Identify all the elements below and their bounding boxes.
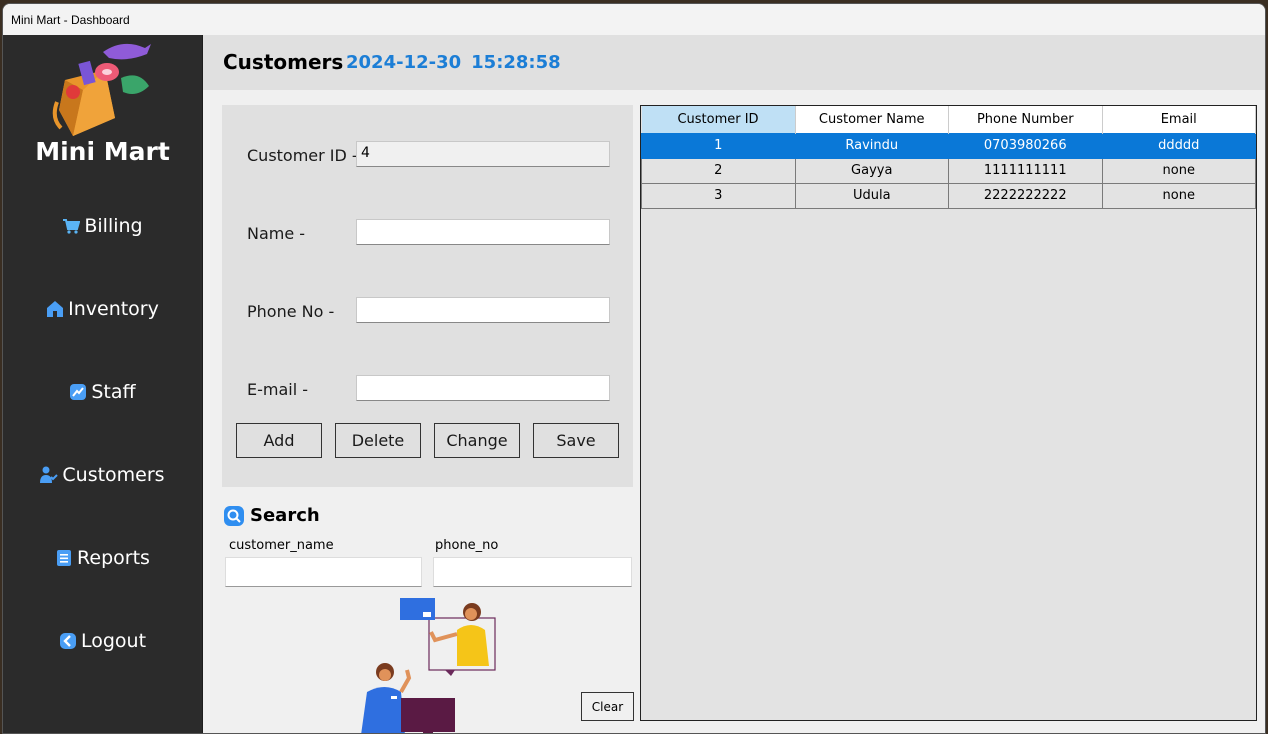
- search-title: Search: [250, 505, 320, 526]
- brand-name: Mini Mart: [35, 137, 170, 166]
- sidebar-item-customers[interactable]: Customers: [3, 460, 202, 490]
- email-label: E-mail -: [247, 380, 309, 399]
- table-cell: 1111111111: [948, 157, 1103, 184]
- page-title: Customers: [223, 50, 344, 74]
- delete-button[interactable]: Delete: [335, 423, 421, 458]
- clear-button[interactable]: Clear: [581, 692, 634, 721]
- sidebar-item-staff[interactable]: Staff: [3, 377, 202, 407]
- table-cell: none: [1101, 157, 1256, 184]
- table-cell: Ravindu: [794, 132, 949, 159]
- phone-field[interactable]: [356, 297, 610, 323]
- page-header: Customers 2024-12-30 15:28:58: [203, 35, 1265, 90]
- sidebar-item-label: Billing: [84, 215, 143, 237]
- name-field[interactable]: [356, 219, 610, 245]
- phone-label: Phone No -: [247, 302, 335, 321]
- save-button[interactable]: Save: [533, 423, 619, 458]
- user-check-icon: [40, 466, 59, 483]
- table-row[interactable]: 1 Ravindu 0703980266 ddddd: [641, 132, 1256, 159]
- sidebar-item-billing[interactable]: Billing: [3, 211, 202, 241]
- date-label: 2024-12-30: [346, 52, 462, 73]
- column-header-customer-id[interactable]: Customer ID: [641, 106, 796, 133]
- window-titlebar: Mini Mart - Dashboard: [3, 4, 1265, 35]
- sidebar-item-label: Staff: [91, 381, 136, 403]
- table-cell: 3: [641, 182, 796, 209]
- table-header-row: Customer ID Customer Name Phone Number E…: [641, 106, 1256, 133]
- search-phone-label: phone_no: [435, 538, 499, 553]
- table-cell: 1: [641, 132, 796, 159]
- column-header-email[interactable]: Email: [1102, 106, 1256, 133]
- sidebar-item-reports[interactable]: Reports: [3, 543, 202, 573]
- app-window: Mini Mart - Dashboard Mini Mart Billing …: [2, 3, 1266, 734]
- sidebar-item-logout[interactable]: Logout: [3, 626, 202, 656]
- home-icon: [47, 301, 64, 317]
- customers-table-container: Customer ID Customer Name Phone Number E…: [640, 105, 1257, 721]
- table-cell: Gayya: [794, 157, 949, 184]
- sidebar: Mini Mart Billing Inventory Staff Custom…: [3, 35, 202, 733]
- name-label: Name -: [247, 224, 306, 243]
- datetime-display: 2024-12-30 15:28:58: [346, 52, 561, 73]
- search-icon: [224, 505, 244, 526]
- table-cell: 2222222222: [948, 182, 1103, 209]
- search-name-input[interactable]: [225, 557, 422, 587]
- search-heading: Search: [224, 505, 320, 526]
- table-cell: ddddd: [1101, 132, 1256, 159]
- table-row[interactable]: 3 Udula 2222222222 none: [641, 182, 1256, 209]
- sidebar-item-inventory[interactable]: Inventory: [3, 294, 202, 324]
- email-field[interactable]: [356, 375, 610, 401]
- customer-service-illustration: [361, 598, 496, 733]
- sidebar-item-label: Logout: [80, 630, 147, 652]
- column-header-customer-name[interactable]: Customer Name: [795, 106, 949, 133]
- sidebar-item-label: Reports: [77, 547, 150, 569]
- table-cell: none: [1101, 182, 1256, 209]
- column-header-phone-number[interactable]: Phone Number: [948, 106, 1103, 133]
- table-cell: Udula: [794, 182, 949, 209]
- sidebar-item-label: Inventory: [68, 298, 159, 320]
- mini-mart-logo: [52, 43, 151, 136]
- sidebar-item-label: Customers: [62, 464, 165, 486]
- main-content: Customers 2024-12-30 15:28:58 Customer ID…: [202, 35, 1265, 733]
- customer-id-field[interactable]: 4: [356, 141, 610, 167]
- cart-icon: [63, 219, 81, 234]
- chart-icon: [70, 384, 87, 400]
- window-title: Mini Mart - Dashboard: [11, 12, 130, 27]
- table-cell: 0703980266: [948, 132, 1103, 159]
- table-row[interactable]: 2 Gayya 1111111111 none: [641, 157, 1256, 184]
- report-icon: [57, 550, 72, 566]
- change-button[interactable]: Change: [434, 423, 520, 458]
- search-phone-input[interactable]: [433, 557, 632, 587]
- add-button[interactable]: Add: [236, 423, 322, 458]
- customer-form: Customer ID - 4 Name - Phone No - E-mail…: [222, 105, 633, 487]
- back-arrow-icon: [59, 633, 76, 649]
- search-name-label: customer_name: [229, 538, 334, 553]
- table-cell: 2: [641, 157, 796, 184]
- customers-table: Customer ID Customer Name Phone Number E…: [641, 106, 1256, 209]
- customer-id-label: Customer ID -: [247, 146, 358, 165]
- time-label: 15:28:58: [471, 52, 561, 73]
